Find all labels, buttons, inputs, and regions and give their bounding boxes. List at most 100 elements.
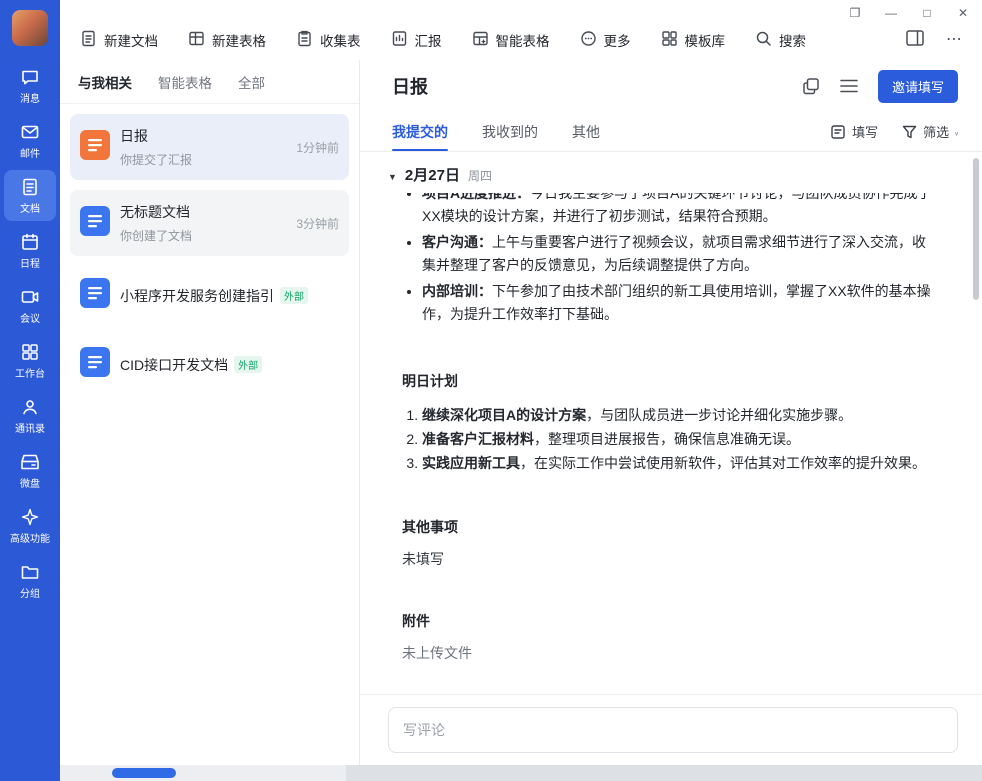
sidebar-item-label: 通讯录	[15, 420, 45, 435]
date-group-header[interactable]: ▼ 2月27日 周四	[388, 164, 938, 185]
list-item-cid-api-doc[interactable]: CID接口开发文档 外部	[70, 335, 349, 394]
toolbar: 新建文档 新建表格 收集表 汇报 智能表格	[80, 30, 806, 50]
avatar[interactable]	[12, 10, 48, 46]
meeting-icon	[20, 287, 40, 307]
sidebar-item-label: 邮件	[20, 145, 40, 160]
report-button[interactable]: 汇报	[391, 30, 442, 50]
sidebar-item-label: 文档	[20, 200, 40, 215]
template-library-button[interactable]: 模板库	[661, 30, 726, 50]
comment-input[interactable]	[388, 707, 958, 753]
attachment-heading: 附件	[388, 611, 938, 631]
sidebar-item-label: 消息	[20, 90, 40, 105]
external-badge: 外部	[234, 356, 262, 373]
menu-icon[interactable]	[840, 79, 858, 93]
chevron-down-icon: ᵥ	[955, 127, 958, 137]
window-controls: ❐ — □ ✕	[844, 4, 974, 22]
doc-subtitle: 你创建了文档	[120, 227, 286, 244]
background-window-bar	[346, 765, 982, 781]
blue-doc-icon	[80, 278, 110, 313]
list-item-untitled-doc[interactable]: 无标题文档 你创建了文档 3分钟前	[70, 190, 349, 256]
toolbar-label: 收集表	[320, 30, 361, 50]
new-doc-button[interactable]: 新建文档	[80, 30, 158, 50]
plan-heading: 明日计划	[388, 371, 938, 391]
sidebar-item-calendar[interactable]: 日程	[4, 225, 56, 276]
app-window: 消息 邮件 文档 日程 会议	[0, 0, 982, 781]
layout-panel-icon[interactable]	[906, 30, 924, 50]
list-item-miniprogram-guide[interactable]: 小程序开发服务创建指引 外部	[70, 266, 349, 325]
maximize-icon[interactable]: □	[916, 4, 938, 22]
sidebar: 消息 邮件 文档 日程 会议	[0, 0, 60, 781]
fill-form-icon	[830, 124, 846, 140]
invite-fill-button[interactable]: 邀请填写	[878, 70, 958, 103]
doc-title: 小程序开发服务创建指引	[120, 286, 274, 306]
report-content: ▼ 2月27日 周四 项目A进度推进：今日我主要参与了项目A的关键环节讨论，与团…	[360, 152, 982, 694]
doc-title: CID接口开发文档	[120, 355, 228, 375]
sidebar-item-label: 会议	[20, 310, 40, 325]
document-list-panel: 与我相关 智能表格 全部 日报 你提交了汇报 1分钟前	[60, 60, 360, 765]
doc-time: 1分钟前	[296, 139, 339, 156]
report-bullet: 客户沟通：上午与重要客户进行了视频会议，就项目需求细节进行了深入交流，收集并整理…	[422, 231, 938, 277]
sidebar-item-label: 分组	[20, 585, 40, 600]
toolbar-label: 新建表格	[212, 30, 266, 50]
sidebar-item-label: 微盘	[20, 475, 40, 490]
sidebar-item-docs[interactable]: 文档	[4, 170, 56, 221]
close-icon[interactable]: ✕	[952, 4, 974, 22]
plan-item: 准备客户汇报材料，整理项目进展报告，确保信息准确无误。	[422, 427, 938, 451]
topbar: ❐ — □ ✕ 新建文档 新建表格 收集表	[60, 0, 982, 60]
sidebar-item-advanced[interactable]: 高级功能	[4, 500, 56, 551]
sidebar-item-contacts[interactable]: 通讯录	[4, 390, 56, 441]
chat-icon	[20, 67, 40, 87]
more-dots-icon[interactable]: ⋯	[946, 32, 962, 48]
toolbar-label: 模板库	[685, 30, 726, 50]
sidebar-item-messages[interactable]: 消息	[4, 60, 56, 111]
attachment-value: 未上传文件	[388, 643, 938, 663]
sidebar-item-drive[interactable]: 微盘	[4, 445, 56, 496]
toolbar-label: 汇报	[415, 30, 442, 50]
blue-doc-icon	[80, 347, 110, 382]
sidebar-item-label: 日程	[20, 255, 40, 270]
sidebar-item-label: 工作台	[15, 365, 45, 380]
search-icon	[755, 30, 772, 50]
external-badge: 外部	[280, 287, 308, 304]
new-sheet-icon	[188, 30, 205, 50]
more-button[interactable]: 更多	[580, 30, 631, 50]
sidebar-item-meeting[interactable]: 会议	[4, 280, 56, 331]
report-bullet: 内部培训：下午参加了由技术部门组织的新工具使用培训，掌握了XX软件的基本操作，为…	[422, 280, 938, 326]
background-window-accent	[112, 768, 176, 778]
toolbar-label: 更多	[604, 30, 631, 50]
doc-time: 3分钟前	[296, 215, 339, 232]
sidebar-item-workbench[interactable]: 工作台	[4, 335, 56, 386]
minimize-icon[interactable]: —	[880, 4, 902, 22]
list-item-daily-report[interactable]: 日报 你提交了汇报 1分钟前	[70, 114, 349, 180]
today-work-list: 项目A进度推进：今日我主要参与了项目A的关键环节讨论，与团队成员协作完成了XX模…	[388, 193, 938, 326]
tab-received[interactable]: 我收到的	[482, 112, 538, 151]
sidebar-item-mail[interactable]: 邮件	[4, 115, 56, 166]
document-list-tabs: 与我相关 智能表格 全部	[60, 60, 359, 104]
scrollbar-thumb[interactable]	[973, 158, 979, 300]
sidebar-item-label: 高级功能	[10, 530, 50, 545]
popout-icon[interactable]: ❐	[844, 4, 866, 22]
sidebar-item-groups[interactable]: 分组	[4, 555, 56, 606]
tab-related-to-me[interactable]: 与我相关	[78, 72, 132, 92]
filter-action[interactable]: 筛选 ᵥ	[902, 122, 958, 141]
doc-title: 日报	[120, 126, 148, 146]
plan-item: 继续深化项目A的设计方案，与团队成员进一步讨论并细化实施步骤。	[422, 403, 938, 427]
search-button[interactable]: 搜索	[755, 30, 806, 50]
fill-action-label: 填写	[852, 122, 878, 141]
date-label: 2月27日	[405, 164, 460, 185]
tab-my-submissions[interactable]: 我提交的	[392, 112, 448, 151]
other-heading: 其他事项	[388, 517, 938, 537]
tab-smart-sheets[interactable]: 智能表格	[158, 72, 212, 92]
tab-others[interactable]: 其他	[572, 112, 600, 151]
fill-action[interactable]: 填写	[830, 122, 878, 141]
duplicate-icon[interactable]	[802, 77, 820, 95]
smart-sheet-button[interactable]: 智能表格	[472, 30, 550, 50]
collect-form-button[interactable]: 收集表	[296, 30, 361, 50]
document-icon	[20, 177, 40, 197]
toolbar-label: 新建文档	[104, 30, 158, 50]
report-doc-icon	[80, 130, 110, 165]
workbench-icon	[20, 342, 40, 362]
tab-all[interactable]: 全部	[238, 72, 265, 92]
new-sheet-button[interactable]: 新建表格	[188, 30, 266, 50]
doc-subtitle: 你提交了汇报	[120, 151, 286, 168]
